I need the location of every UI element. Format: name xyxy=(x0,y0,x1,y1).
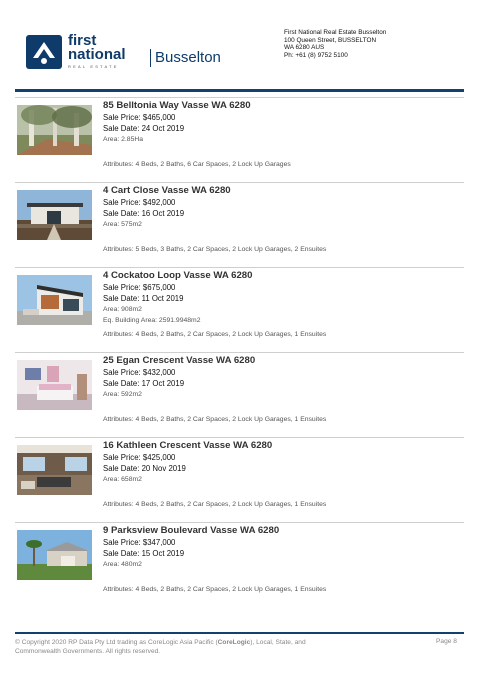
sale-price: Sale Price: $432,000 xyxy=(103,368,176,377)
copyright-text-end: ), Local, State, and xyxy=(250,639,306,646)
logo-tagline: REAL ESTATE xyxy=(68,64,119,69)
report-header: first national REAL ESTATE Busselton Fir… xyxy=(0,0,480,92)
building-area: Eq. Building Area: 2591.9948m2 xyxy=(103,317,201,324)
logo-branch-name: Busselton xyxy=(155,49,221,66)
listing-address[interactable]: 16 Kathleen Crescent Vasse WA 6280 xyxy=(103,439,463,452)
land-area: Area: 592m2 xyxy=(103,391,142,398)
listing-item: 25 Egan Crescent Vasse WA 6280 Sale Pric… xyxy=(15,352,464,425)
agency-street: 100 Queen Street, BUSSELTON xyxy=(284,36,377,44)
sale-price: Sale Price: $425,000 xyxy=(103,453,176,462)
sale-price: Sale Price: $347,000 xyxy=(103,538,176,547)
property-photo xyxy=(17,275,92,325)
header-divider xyxy=(15,89,464,92)
listing-item: 16 Kathleen Crescent Vasse WA 6280 Sale … xyxy=(15,437,464,510)
property-attributes: Attributes: 4 Beds, 2 Baths, 6 Car Space… xyxy=(103,161,291,168)
sale-date: Sale Date: 24 Oct 2019 xyxy=(103,124,185,133)
footer-divider xyxy=(15,632,464,634)
listing-details: 16 Kathleen Crescent Vasse WA 6280 Sale … xyxy=(103,439,463,496)
land-area: Area: 2.85Ha xyxy=(103,136,144,143)
building-area xyxy=(103,485,463,496)
building-area xyxy=(103,400,463,411)
page-number: Page 8 xyxy=(436,638,457,645)
sale-price: Sale Price: $465,000 xyxy=(103,113,176,122)
land-area: Area: 908m2 xyxy=(103,306,142,313)
property-attributes: Attributes: 5 Beds, 3 Baths, 2 Car Space… xyxy=(103,246,327,253)
sale-price: Sale Price: $675,000 xyxy=(103,283,176,292)
sale-date: Sale Date: 16 Oct 2019 xyxy=(103,209,185,218)
property-attributes: Attributes: 4 Beds, 2 Baths, 2 Car Space… xyxy=(103,331,327,338)
copyright-text-start: © Copyright 2020 RP Data Pty Ltd trading… xyxy=(15,639,218,646)
sale-date: Sale Date: 17 Oct 2019 xyxy=(103,379,185,388)
property-attributes: Attributes: 4 Beds, 2 Baths, 2 Car Space… xyxy=(103,586,327,593)
property-attributes: Attributes: 4 Beds, 2 Baths, 2 Car Space… xyxy=(103,416,327,423)
sale-date: Sale Date: 11 Oct 2019 xyxy=(103,294,184,303)
listing-address[interactable]: 4 Cart Close Vasse WA 6280 xyxy=(103,184,463,197)
sale-date: Sale Date: 15 Oct 2019 xyxy=(103,549,185,558)
listing-address[interactable]: 4 Cockatoo Loop Vasse WA 6280 xyxy=(103,269,463,282)
sale-price: Sale Price: $492,000 xyxy=(103,198,176,207)
listing-details: 9 Parksview Boulevard Vasse WA 6280 Sale… xyxy=(103,524,463,581)
sale-date: Sale Date: 20 Nov 2019 xyxy=(103,464,186,473)
building-area xyxy=(103,230,463,241)
first-national-logo: first national REAL ESTATE Busselton xyxy=(26,33,221,71)
copyright-notice: © Copyright 2020 RP Data Pty Ltd trading… xyxy=(15,638,315,656)
property-photo xyxy=(17,360,92,410)
listing-address[interactable]: 85 Belltonia Way Vasse WA 6280 xyxy=(103,99,463,112)
building-area xyxy=(103,145,463,156)
land-area: Area: 575m2 xyxy=(103,221,142,228)
listing-details: 4 Cockatoo Loop Vasse WA 6280 Sale Price… xyxy=(103,269,463,326)
listing-item: 85 Belltonia Way Vasse WA 6280 Sale Pric… xyxy=(15,97,464,170)
listing-address[interactable]: 9 Parksview Boulevard Vasse WA 6280 xyxy=(103,524,463,537)
agency-region: WA 6280 AUS xyxy=(284,44,325,52)
agency-phone: Ph: +61 (8) 9752 5100 xyxy=(284,51,348,59)
copyright-text-line2: Commonwealth Governments. All rights res… xyxy=(15,648,161,655)
property-photo xyxy=(17,530,92,580)
listing-item: 4 Cart Close Vasse WA 6280 Sale Price: $… xyxy=(15,182,464,255)
property-photo xyxy=(17,445,92,495)
property-photo xyxy=(17,190,92,240)
agency-name: First National Real Estate Busselton xyxy=(284,29,387,36)
listing-address[interactable]: 25 Egan Crescent Vasse WA 6280 xyxy=(103,354,463,367)
listing-item: 4 Cockatoo Loop Vasse WA 6280 Sale Price… xyxy=(15,267,464,340)
building-area xyxy=(103,570,463,581)
listing-details: 4 Cart Close Vasse WA 6280 Sale Price: $… xyxy=(103,184,463,241)
logo-divider xyxy=(150,49,151,67)
logo-text-national: national xyxy=(68,46,126,63)
listing-item: 9 Parksview Boulevard Vasse WA 6280 Sale… xyxy=(15,522,464,595)
land-area: Area: 480m2 xyxy=(103,561,142,568)
agency-contact-block: First National Real Estate Busselton 100… xyxy=(284,29,386,59)
property-attributes: Attributes: 4 Beds, 2 Baths, 2 Car Space… xyxy=(103,501,327,508)
land-area: Area: 658m2 xyxy=(103,476,142,483)
property-photo xyxy=(17,105,92,155)
listing-details: 85 Belltonia Way Vasse WA 6280 Sale Pric… xyxy=(103,99,463,156)
listing-details: 25 Egan Crescent Vasse WA 6280 Sale Pric… xyxy=(103,354,463,411)
first-national-emblem-icon xyxy=(26,35,62,69)
copyright-corelogic: CoreLogic xyxy=(217,639,251,646)
